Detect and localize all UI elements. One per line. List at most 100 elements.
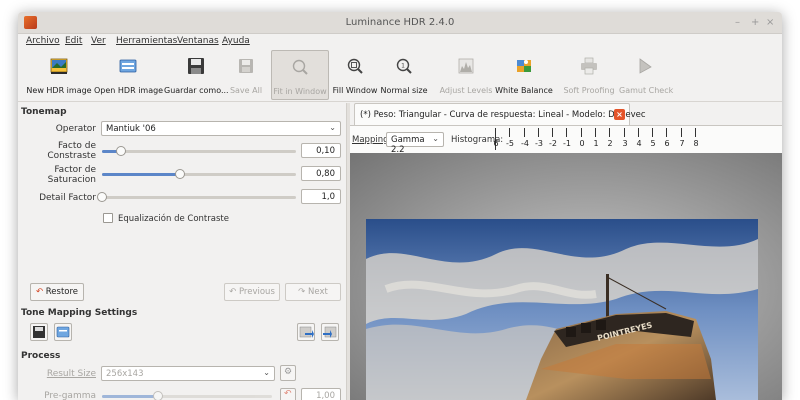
histogram-tick-label: 0 xyxy=(579,139,585,148)
chevron-down-icon: ⌄ xyxy=(432,134,439,143)
close-tab-icon[interactable]: × xyxy=(614,109,625,120)
histogram-tick xyxy=(495,128,496,137)
contrast-label-line1: Facto de xyxy=(58,141,96,151)
contrast-slider-handle[interactable] xyxy=(116,146,127,156)
menu-archivo[interactable]: Archivo xyxy=(26,36,60,46)
open-hdr-button[interactable]: Open HDR image xyxy=(94,50,164,100)
operator-select[interactable]: Mantiuk '06 ⌄ xyxy=(101,121,341,136)
histogram-tick xyxy=(524,128,525,137)
histogram-tick xyxy=(652,128,653,137)
menu-ventanas[interactable]: Ventanas xyxy=(177,36,219,46)
export-settings-button[interactable] xyxy=(297,323,315,341)
zoom-fit-icon xyxy=(292,59,308,75)
menu-herramientas[interactable]: Herramientas xyxy=(116,36,177,46)
detail-slider[interactable] xyxy=(97,191,296,203)
detail-slider-handle[interactable] xyxy=(97,192,107,202)
histogram-tick xyxy=(552,128,553,137)
import-settings-button[interactable] xyxy=(321,323,339,341)
operator-value: Mantiuk '06 xyxy=(106,124,156,134)
gamut-check-label: Gamut Check xyxy=(619,86,674,95)
mapping-value: Gamma 2.2 xyxy=(391,135,425,155)
close-window-button[interactable]: × xyxy=(766,17,774,28)
save-icon xyxy=(33,326,45,338)
result-size-options-button[interactable]: ⚙ xyxy=(280,365,296,381)
fit-window-label: Fit in Window xyxy=(273,87,327,96)
pregamma-spinbox[interactable]: 1,00 xyxy=(301,388,341,400)
fill-window-label: Fill Window xyxy=(332,86,378,95)
histogram-tick-label: 5 xyxy=(650,139,656,148)
fill-window-button[interactable]: Fill Window xyxy=(332,50,378,100)
pregamma-label: Pre-gamma xyxy=(44,391,96,400)
equalization-label: Equalización de Contraste xyxy=(118,214,229,224)
histogram-tick-label: -5 xyxy=(506,139,514,148)
menu-edit[interactable]: Edit xyxy=(65,36,82,46)
fit-window-button[interactable]: Fit in Window xyxy=(271,50,329,100)
minimize-button[interactable]: – xyxy=(735,17,740,28)
new-hdr-icon xyxy=(50,58,68,74)
main-window: Luminance HDR 2.4.0 – + × Archivo Edit V… xyxy=(18,12,782,400)
pregamma-slider[interactable] xyxy=(102,390,272,400)
image-viewport[interactable]: POINTREYES xyxy=(350,153,782,400)
result-size-select[interactable]: 256x143 ⌄ xyxy=(101,366,275,381)
contrast-slider[interactable] xyxy=(102,145,296,157)
histogram-tick-label: 3 xyxy=(622,139,628,148)
previous-button[interactable]: ↶ Previous xyxy=(224,283,280,301)
saturation-slider-handle[interactable] xyxy=(174,169,185,179)
histogram-tick xyxy=(609,128,610,137)
equalization-checkbox[interactable] xyxy=(103,213,113,223)
gamut-icon xyxy=(639,58,652,74)
pregamma-slider-handle[interactable] xyxy=(153,391,164,400)
saturation-label-line2: Saturacion xyxy=(47,175,96,185)
open-hdr-icon xyxy=(119,59,137,73)
histogram-tick xyxy=(566,128,567,137)
chevron-down-icon: ⌄ xyxy=(263,368,270,377)
histogram-tick xyxy=(581,128,582,137)
histogram-tick-label: -3 xyxy=(535,139,543,148)
zoom-fill-icon xyxy=(347,58,363,74)
import-icon xyxy=(323,326,337,338)
white-balance-button[interactable]: White Balance xyxy=(495,50,553,100)
histogram-tick xyxy=(638,128,639,137)
adjust-levels-button[interactable]: Adjust Levels xyxy=(436,50,496,100)
saturation-label: Factor de Saturacion xyxy=(18,165,96,185)
saturation-spinbox[interactable]: 0,80 xyxy=(301,166,341,181)
open-settings-icon xyxy=(56,326,70,338)
histogram-tick xyxy=(666,128,667,137)
save-icon xyxy=(188,58,204,74)
mapping-select[interactable]: Gamma 2.2 ⌄ xyxy=(386,132,444,155)
previous-arrow-icon: ↶ xyxy=(229,287,237,297)
new-hdr-button[interactable]: New HDR image xyxy=(26,50,92,100)
pregamma-reset-button[interactable]: ↶ xyxy=(280,388,296,400)
image-tab-label: (*) Peso: Triangular - Curva de respuest… xyxy=(360,110,646,120)
soft-proofing-button[interactable]: Soft Proofing xyxy=(562,50,616,100)
histogram-scale[interactable]: 6 -5 -4 -3 -2 -1 0 1 2 3 4 5 6 7 8 xyxy=(493,128,700,152)
new-hdr-label: New HDR image xyxy=(26,86,92,95)
levels-icon xyxy=(458,58,474,74)
title-bar: Luminance HDR 2.4.0 – + × xyxy=(18,12,782,34)
load-settings-button[interactable] xyxy=(54,323,72,341)
gamut-check-button[interactable]: Gamut Check xyxy=(619,50,674,100)
image-tab[interactable]: (*) Peso: Triangular - Curva de respuest… xyxy=(354,103,646,125)
maximize-button[interactable]: + xyxy=(751,17,759,28)
menu-ayuda[interactable]: Ayuda xyxy=(222,36,250,46)
next-label: Next xyxy=(308,287,328,297)
save-settings-button[interactable] xyxy=(30,323,48,341)
detail-spinbox[interactable]: 1,0 xyxy=(301,189,341,204)
save-as-label: Guardar como... xyxy=(164,86,229,95)
mapping-bar: Mapping: Gamma 2.2 ⌄ Histograma: 6 -5 -4 -3… xyxy=(350,125,782,155)
histogram-tick xyxy=(695,128,696,137)
restore-button[interactable]: ↶ Restore xyxy=(30,283,84,301)
menu-ver[interactable]: Ver xyxy=(91,36,106,46)
export-icon xyxy=(299,326,314,338)
contrast-spinbox[interactable]: 0,10 xyxy=(301,143,341,158)
histogram-tick-label: -2 xyxy=(549,139,557,148)
saturation-slider[interactable] xyxy=(102,168,296,180)
histogram-tick-label: -1 xyxy=(563,139,571,148)
open-hdr-label: Open HDR image xyxy=(94,86,164,95)
save-all-button[interactable]: Save All xyxy=(228,50,264,100)
svg-text:1: 1 xyxy=(401,63,405,70)
normal-size-button[interactable]: 1 Normal size xyxy=(380,50,428,100)
histogram-tick-label: 4 xyxy=(636,139,642,148)
save-as-button[interactable]: Guardar como... xyxy=(164,50,229,100)
next-button[interactable]: ↷ Next xyxy=(285,283,341,301)
